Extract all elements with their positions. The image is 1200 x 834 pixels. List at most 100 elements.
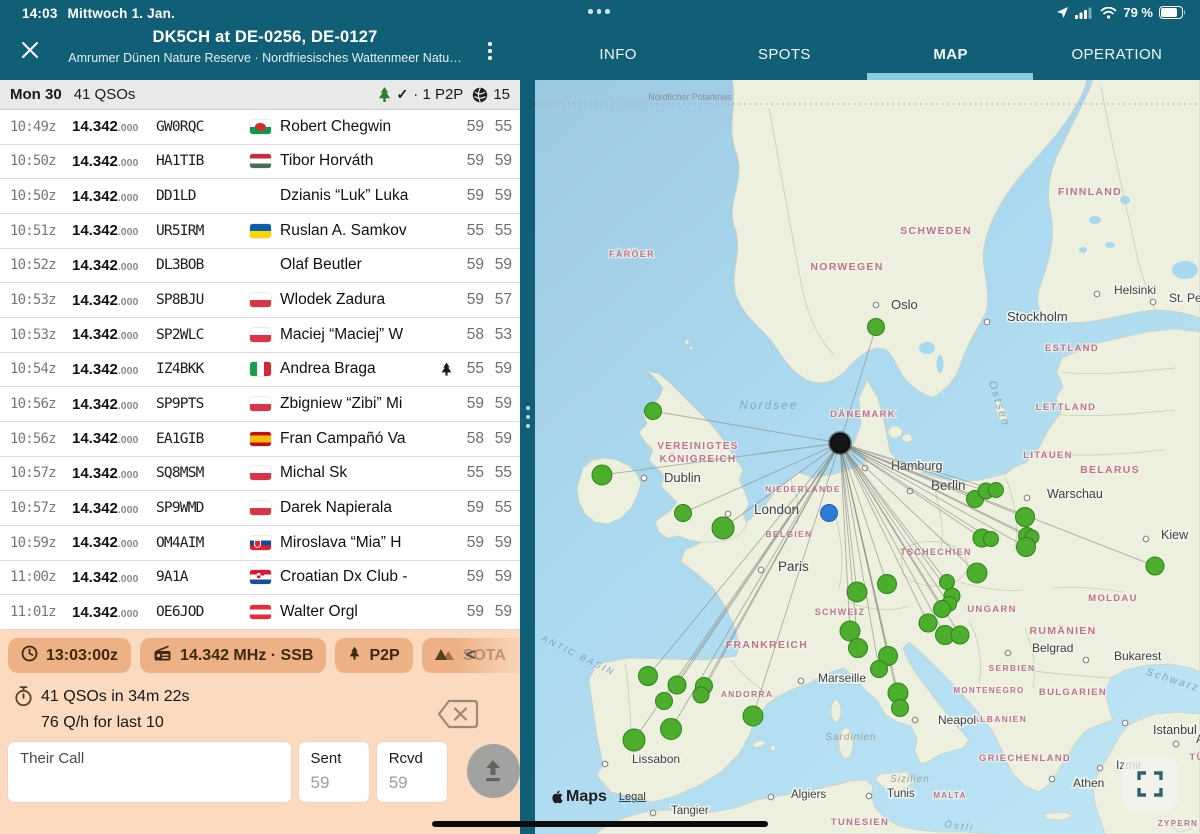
multitask-dots-icon[interactable]: [588, 9, 610, 14]
svg-text:Oslo: Oslo: [891, 297, 918, 312]
tab-spots[interactable]: SPOTS: [701, 28, 867, 80]
rst-rcvd-input[interactable]: Rcvd 59: [377, 742, 447, 802]
svg-text:Paris: Paris: [778, 559, 809, 574]
qso-map-dot[interactable]: [639, 667, 658, 686]
qso-operator-name: Fran Campañó Va: [280, 430, 436, 448]
table-row[interactable]: 10:50z14.342.000HA1TIBTibor Horváth5959: [0, 145, 520, 180]
qso-map-dot[interactable]: [645, 403, 662, 420]
qso-map-dot[interactable]: [1146, 557, 1164, 575]
qso-map-dot[interactable]: [693, 687, 709, 703]
table-row[interactable]: 10:57z14.342.000SP9WMDDarek Napierala595…: [0, 491, 520, 526]
svg-text:Warschau: Warschau: [1047, 487, 1103, 501]
rst-rcvd: 59: [484, 360, 512, 378]
log-summary-bar[interactable]: Mon 30 41 QSOs ✓ · 1 P2P 15: [0, 80, 520, 110]
table-row[interactable]: 10:56z14.342.000EA1GIBFran Campañó Va585…: [0, 422, 520, 457]
qso-operator-name: Olaf Beutler: [280, 256, 436, 274]
panel-resize-handle[interactable]: [520, 80, 535, 834]
qso-map-dot[interactable]: [656, 693, 673, 710]
qso-map-dot[interactable]: [623, 729, 645, 751]
country-flag-poland: [250, 466, 271, 480]
qso-operator-name: Ruslan A. Samkov: [280, 222, 436, 240]
svg-text:SCHWEDEN: SCHWEDEN: [900, 225, 972, 237]
qso-map-dot[interactable]: [989, 483, 1004, 498]
qso-map-dot[interactable]: [847, 582, 867, 602]
qso-time: 11:01z: [10, 604, 72, 620]
qso-map-dot[interactable]: [871, 661, 888, 678]
qso-map-dot[interactable]: [712, 517, 734, 539]
svg-text:Stockholm: Stockholm: [1007, 309, 1068, 324]
qso-time: 10:52z: [10, 257, 72, 273]
close-icon[interactable]: [18, 38, 42, 62]
qso-map-dot[interactable]: [840, 621, 860, 641]
qso-map-dot[interactable]: [1016, 508, 1035, 527]
qso-map-dot[interactable]: [892, 700, 909, 717]
qso-frequency: 14.342.000: [72, 326, 156, 343]
table-row[interactable]: 10:50z14.342.000DD1LDDzianis “Luk” Luka5…: [0, 179, 520, 214]
rst-sent-input[interactable]: Sent 59: [299, 742, 369, 802]
battery-percent: 79 %: [1123, 5, 1153, 20]
home-map-dot[interactable]: [821, 505, 838, 522]
log-submit-button[interactable]: [467, 744, 520, 798]
qso-map-dot[interactable]: [878, 575, 897, 594]
chip-13-03-00z[interactable]: 13:03:00z: [8, 638, 131, 673]
home-indicator[interactable]: [432, 821, 768, 827]
table-row[interactable]: 10:51z14.342.000UR5IRMRuslan A. Samkov55…: [0, 214, 520, 249]
table-row[interactable]: 10:57z14.342.000SQ8MSMMichal Sk5555: [0, 457, 520, 492]
chip-14-342-mhz-ssb[interactable]: 14.342 MHz · SSB: [140, 638, 326, 673]
qso-map-dot[interactable]: [849, 639, 868, 658]
qso-callsign: HA1TIB: [156, 153, 250, 169]
europe-map[interactable]: Nördlicher PolarkreisFÄRÖERNORWEGENSCHWE…: [535, 80, 1200, 834]
their-call-input[interactable]: Their Call: [8, 742, 291, 802]
qso-callsign: SP8BJU: [156, 292, 250, 308]
qso-map-dot[interactable]: [984, 532, 999, 547]
table-row[interactable]: 11:00z14.342.0009A1ACroatian Dx Club -59…: [0, 561, 520, 596]
station-map-dot[interactable]: [830, 433, 851, 454]
qso-map-dot[interactable]: [661, 719, 682, 740]
table-row[interactable]: 10:53z14.342.000SP8BJUWlodek Zadura5957: [0, 283, 520, 318]
tab-info[interactable]: INFO: [535, 28, 701, 80]
qso-map-dot[interactable]: [592, 465, 612, 485]
table-row[interactable]: 10:52z14.342.000DL3BOBOlaf Beutler5959: [0, 249, 520, 284]
qso-map-dot[interactable]: [743, 706, 763, 726]
table-row[interactable]: 11:01z14.342.000OE6JODWalter Orgl5959: [0, 595, 520, 630]
chip-sota[interactable]: SOTA<: [422, 638, 520, 673]
rst-rcvd: 59: [484, 187, 512, 205]
qso-callsign: SP9PTS: [156, 396, 250, 412]
tab-operation[interactable]: OPERATION: [1034, 28, 1200, 80]
chip-p2p[interactable]: P2P: [335, 638, 412, 673]
qso-callsign: DL3BOB: [156, 257, 250, 273]
qso-map-dot[interactable]: [940, 575, 955, 590]
country-flag-poland: [250, 293, 271, 307]
qso-callsign: SQ8MSM: [156, 465, 250, 481]
table-row[interactable]: 10:59z14.342.000OM4AIMMiroslava “Mia” H5…: [0, 526, 520, 561]
qso-frequency: 14.342.000: [72, 604, 156, 621]
qso-frequency: 14.342.000: [72, 465, 156, 482]
qso-map-dot[interactable]: [668, 676, 686, 694]
svg-text:Neapol: Neapol: [938, 713, 976, 727]
maps-logo: Maps: [551, 788, 607, 806]
table-row[interactable]: 10:49z14.342.000GW0RQCRobert Chegwin5955: [0, 110, 520, 145]
country-flag-italy: [250, 362, 271, 376]
qso-map-dot[interactable]: [951, 626, 969, 644]
backspace-button[interactable]: [436, 698, 480, 735]
table-row[interactable]: 10:54z14.342.000IZ4BKKAndrea Braga5559: [0, 353, 520, 388]
qso-map-dot[interactable]: [1017, 538, 1036, 557]
svg-text:DÄNEMARK: DÄNEMARK: [830, 409, 896, 420]
qso-time: 10:54z: [10, 361, 72, 377]
qso-callsign: 9A1A: [156, 569, 250, 585]
table-row[interactable]: 10:56z14.342.000SP9PTSZbigniew “Zibi” Mi…: [0, 387, 520, 422]
qso-map-dot[interactable]: [675, 505, 692, 522]
legal-link[interactable]: Legal: [619, 791, 646, 803]
rst-sent: 59: [456, 291, 484, 309]
kebab-menu-icon[interactable]: [483, 38, 497, 64]
qso-map-dot[interactable]: [868, 319, 885, 336]
map-view[interactable]: Nördlicher PolarkreisFÄRÖERNORWEGENSCHWE…: [535, 80, 1200, 834]
qso-map-dot[interactable]: [919, 614, 937, 632]
qso-operator-name: Robert Chegwin: [280, 118, 436, 136]
rst-sent: 59: [456, 256, 484, 274]
svg-text:Sizilien: Sizilien: [890, 774, 930, 785]
qso-map-dot[interactable]: [967, 563, 987, 583]
qso-map-dot[interactable]: [934, 601, 951, 618]
fullscreen-button[interactable]: [1122, 756, 1178, 812]
table-row[interactable]: 10:53z14.342.000SP2WLCMaciej “Maciej” W5…: [0, 318, 520, 353]
